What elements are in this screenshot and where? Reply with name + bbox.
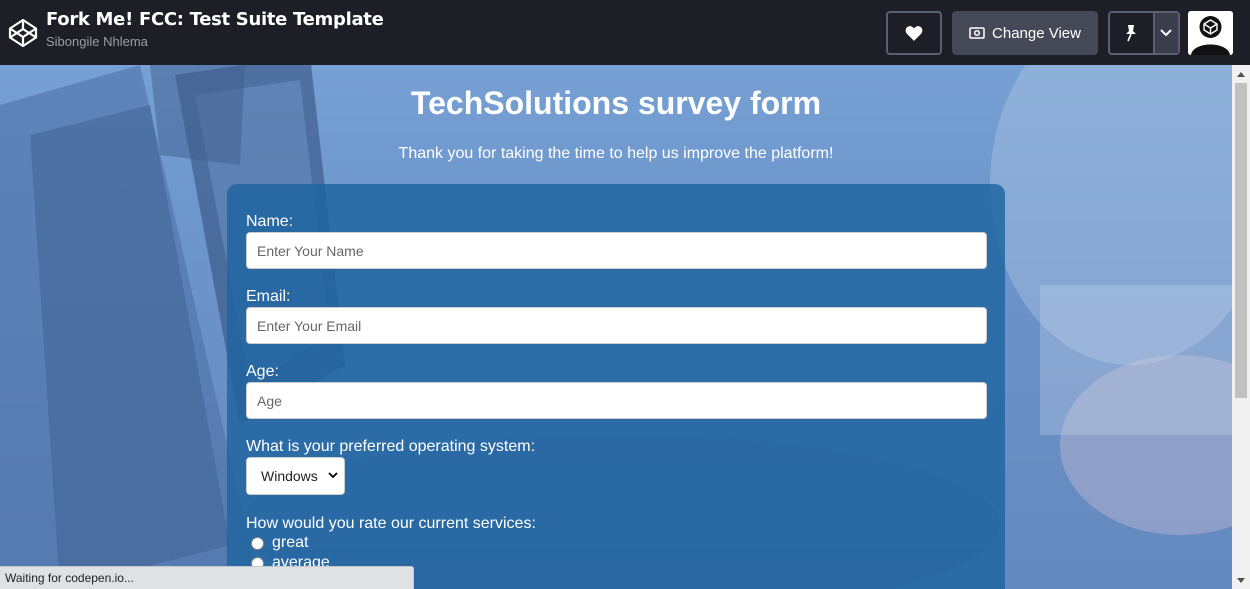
preview-scrollbar[interactable] [1232,65,1250,589]
rating-option-great[interactable]: great [251,534,308,552]
love-button[interactable] [886,11,942,55]
pin-dropdown-toggle[interactable] [1154,13,1178,53]
name-label: Name: [246,213,294,230]
codepen-header: Fork Me! FCC: Test Suite Template Sibong… [0,0,1250,65]
pin-button[interactable] [1110,13,1155,53]
caret-up-icon [1237,71,1245,77]
email-label: Email: [246,288,291,305]
rating-option-label: great [272,534,309,551]
chevron-down-icon [1160,29,1173,37]
pen-preview: TechSolutions survey form Thank you for … [0,65,1232,589]
scroll-thumb[interactable] [1235,83,1247,398]
browser-status-bar: Waiting for codepen.io... [0,566,414,589]
change-view-label: Change View [992,24,1081,42]
pin-button-group [1108,11,1180,55]
email-input[interactable] [246,307,987,344]
scroll-up-arrow[interactable] [1232,65,1250,83]
rating-label: How would you rate our current services: [246,515,536,532]
view-icon [969,27,985,39]
name-input[interactable] [246,232,987,269]
age-input[interactable] [246,382,987,419]
codepen-logo-icon[interactable] [7,17,39,49]
heart-icon [905,26,923,41]
pen-author[interactable]: Sibongile Nhlema [46,34,384,49]
pin-icon [1126,25,1137,42]
os-selected-value: Windows [261,468,318,484]
caret-down-icon [1237,577,1245,583]
avatar-icon [1188,11,1233,55]
survey-title: TechSolutions survey form [410,85,822,121]
chevron-down-icon [328,472,338,479]
pen-title[interactable]: Fork Me! FCC: Test Suite Template [46,9,384,30]
user-avatar[interactable] [1188,11,1233,55]
radio-button[interactable] [251,536,264,550]
survey-form: Name: Email: Age: What is your preferred… [227,184,1005,589]
change-view-button[interactable]: Change View [952,11,1098,55]
survey-description: Thank you for taking the time to help us… [398,145,834,162]
age-label: Age: [246,363,279,380]
os-label: What is your preferred operating system: [246,438,536,455]
scroll-down-arrow[interactable] [1232,571,1250,589]
os-select[interactable]: Windows [246,457,345,495]
